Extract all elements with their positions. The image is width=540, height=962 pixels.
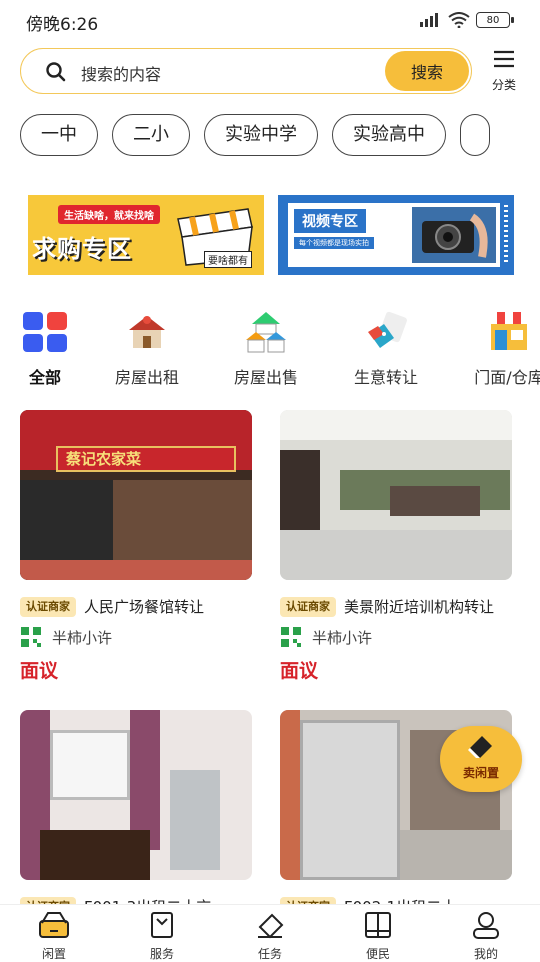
school-filter-chips: 一中 二小 实验中学 实验高中 [20, 114, 540, 158]
tab-idle[interactable]: 闲置 [0, 905, 108, 961]
chip-more[interactable] [460, 114, 490, 156]
verified-badge: 认证商家 [280, 597, 336, 617]
houses-icon [246, 312, 286, 353]
book-icon [365, 912, 391, 938]
category-label: 门面/仓库 [474, 368, 540, 387]
banner-wanted-title: 求购专区 [32, 235, 132, 263]
grid-icon [23, 312, 67, 352]
search-placeholder: 搜索的内容 [81, 65, 162, 84]
banner-wanted[interactable]: 生活缺啥，就来找啥 求购专区 要啥都有 [28, 195, 264, 275]
status-bar: 傍晚6:26 80 [0, 0, 540, 40]
search-icon [46, 62, 66, 82]
search-input[interactable]: 搜索的内容 搜索 [20, 48, 472, 94]
menu-icon [494, 50, 514, 68]
signal-icon [420, 13, 438, 27]
shop-icon [489, 312, 529, 350]
banner-row: 生活缺啥，就来找啥 求购专区 要啥都有 视频专区 每个视频都是现场实拍 [28, 195, 518, 277]
listing-title: 人民广场餐馆转让 [84, 598, 205, 616]
tag-icon [368, 311, 407, 348]
chip-1[interactable]: 二小 [112, 114, 190, 156]
category-label: 分类 [491, 78, 516, 92]
listing-price: 面议 [20, 660, 59, 682]
search-row: 搜索的内容 搜索 分类 [20, 48, 520, 96]
listing-photo [20, 710, 252, 880]
camera-icon [412, 207, 496, 263]
category-all[interactable]: 全部 [0, 310, 90, 388]
sell-idle-button[interactable]: 卖闲置 [440, 726, 522, 792]
listing-author: 半柿小许 [52, 628, 113, 647]
category-button[interactable]: 分类 [484, 50, 524, 94]
listing-title: 美景附近培训机构转让 [344, 598, 495, 616]
chip-3[interactable]: 实验高中 [332, 114, 446, 156]
category-label: 房屋出售 [233, 368, 298, 387]
chip-0[interactable]: 一中 [20, 114, 98, 156]
search-button[interactable]: 搜索 [385, 51, 469, 91]
qr-avatar-icon [21, 627, 41, 647]
tab-service[interactable]: 服务 [108, 905, 216, 961]
tab-label: 任务 [257, 947, 282, 961]
tab-label: 闲置 [41, 947, 66, 961]
listing-price: 面议 [280, 660, 319, 682]
user-icon [473, 912, 499, 939]
banner-wanted-slogan: 生活缺啥，就来找啥 [58, 205, 160, 224]
listing-photo [280, 410, 512, 580]
category-label: 生意转让 [353, 368, 418, 387]
banner-video-subtitle: 每个视频都是现场实拍 [294, 237, 374, 249]
category-label: 房屋出租 [114, 368, 179, 387]
tab-label: 服务 [149, 947, 174, 961]
house-icon [129, 316, 165, 348]
restaurant-sign: 蔡记农家菜 [56, 446, 236, 472]
category-shop-warehouse[interactable]: 门面/仓库 [464, 310, 540, 388]
category-label: 全部 [28, 368, 61, 387]
tab-label: 便民 [365, 947, 390, 961]
home-icon [39, 912, 69, 938]
category-house-rent[interactable]: 房屋出租 [102, 310, 192, 388]
bottom-tab-bar: 闲置 服务 任务 便民 我的 [0, 904, 540, 961]
banner-video[interactable]: 视频专区 每个视频都是现场实拍 [278, 195, 514, 275]
status-time: 傍晚6:26 [26, 15, 99, 35]
wifi-icon [448, 12, 470, 28]
category-row: 全部 房屋出租 房屋出售 生意转让 门面/仓库 [0, 310, 540, 390]
category-house-sale[interactable]: 房屋出售 [221, 310, 311, 388]
banner-wanted-tag: 要啥都有 [204, 251, 252, 268]
listing-author: 半柿小许 [312, 628, 373, 647]
sell-idle-label: 卖闲置 [462, 766, 499, 780]
qr-avatar-icon [281, 627, 301, 647]
listing-card[interactable]: 蔡记农家菜 认证商家 人民广场餐馆转让 半柿小许 面议 [20, 410, 252, 683]
listing-card[interactable]: 认证商家 美景附近培训机构转让 半柿小许 面议 [280, 410, 512, 683]
banner-video-title: 视频专区 [294, 209, 366, 233]
verified-badge: 认证商家 [20, 597, 76, 617]
category-business-transfer[interactable]: 生意转让 [341, 310, 431, 388]
task-icon [258, 913, 284, 939]
battery-indicator: 80 [476, 12, 514, 28]
listing-card[interactable]: 认证商家F001-3出租二十亩 [20, 710, 252, 920]
tab-convenience[interactable]: 便民 [324, 905, 432, 961]
listing-photo: 蔡记农家菜 [20, 410, 252, 580]
chip-2[interactable]: 实验中学 [204, 114, 318, 156]
bookmark-icon [151, 912, 173, 938]
eraser-icon [468, 736, 492, 758]
tab-task[interactable]: 任务 [216, 905, 324, 961]
tab-label: 我的 [473, 947, 498, 961]
tab-mine[interactable]: 我的 [432, 905, 540, 961]
